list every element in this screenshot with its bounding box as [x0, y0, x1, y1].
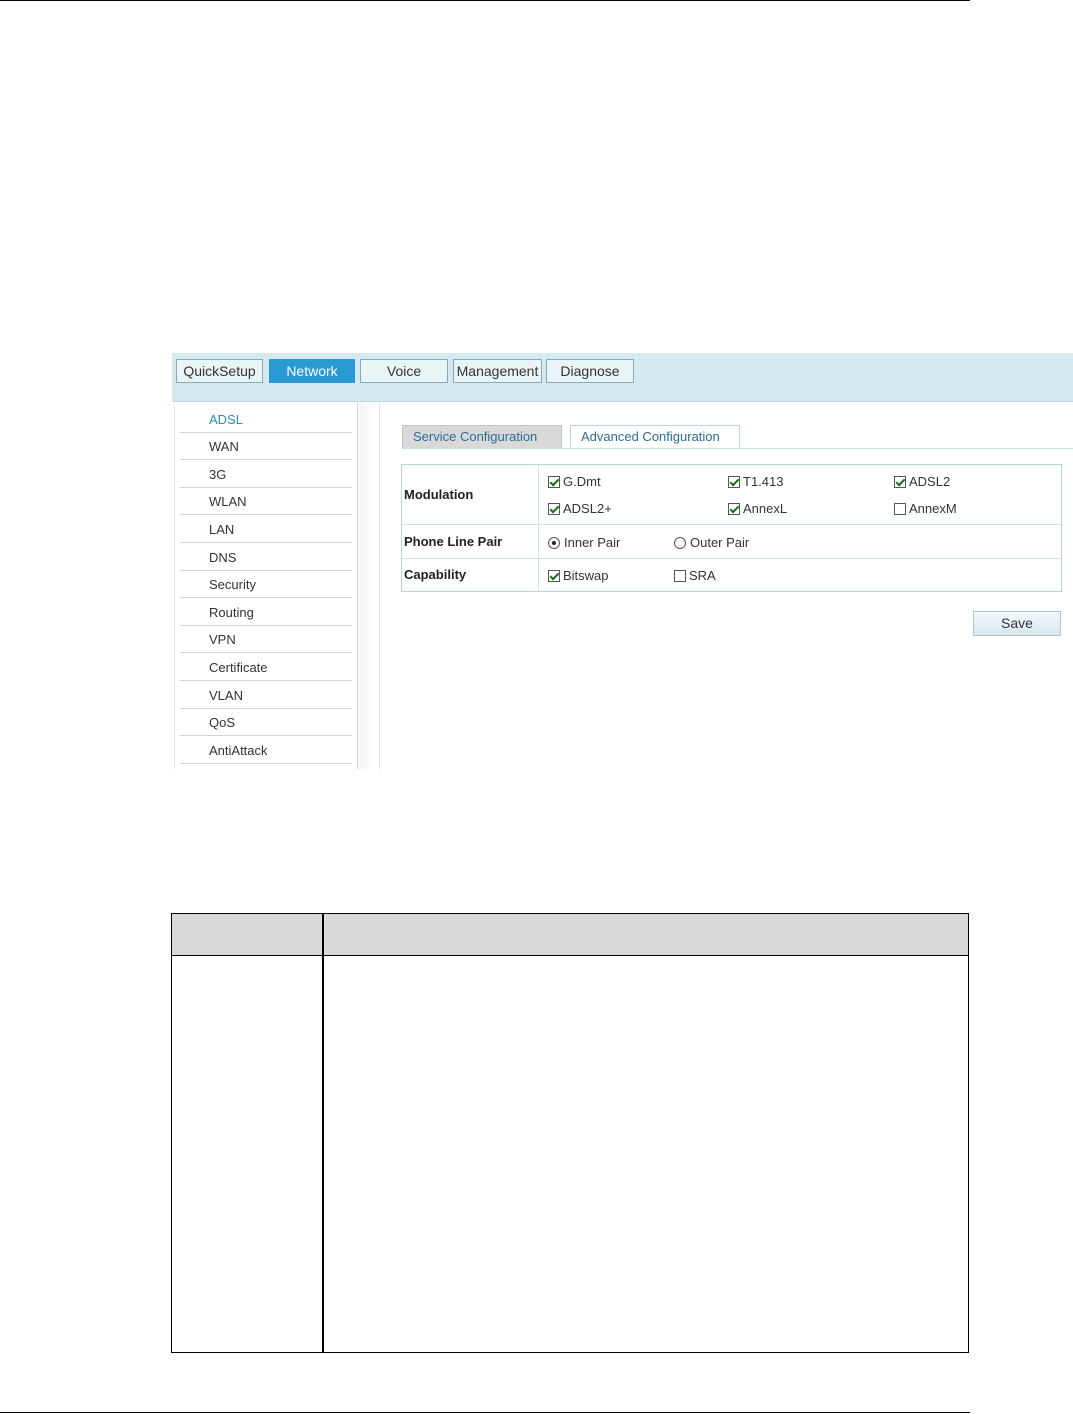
sidebar-item-vlan[interactable]: VLAN: [180, 682, 352, 709]
table-header-row: [172, 914, 968, 956]
checkbox-gdmt[interactable]: G.Dmt: [548, 474, 601, 489]
sidebar-item-wan[interactable]: WAN: [180, 433, 352, 460]
nav-tab-diagnose[interactable]: Diagnose: [546, 359, 634, 383]
checkbox-icon[interactable]: [894, 475, 906, 488]
content-panel: Service Configuration Advanced Configura…: [380, 403, 1073, 769]
nav-tab-quicksetup[interactable]: QuickSetup: [176, 359, 263, 383]
checkbox-label: SRA: [689, 568, 716, 583]
parameter-description-table: [171, 913, 969, 1353]
nav-tab-voice[interactable]: Voice: [360, 359, 448, 383]
adsl-config-table: Modulation G.Dmt T1.413 ADSL2 ADSL2+ Ann…: [401, 464, 1062, 592]
checkbox-adsl2plus[interactable]: ADSL2+: [548, 501, 612, 516]
sidebar-item-security[interactable]: Security: [180, 571, 352, 598]
checkbox-icon[interactable]: [728, 502, 740, 515]
sidebar-item-dns[interactable]: DNS: [180, 544, 352, 571]
modulation-row: Modulation G.Dmt T1.413 ADSL2 ADSL2+ Ann…: [402, 465, 1061, 525]
tab-baseline: [402, 448, 1073, 449]
capability-label: Capability: [404, 567, 467, 582]
phone-line-pair-label: Phone Line Pair: [404, 534, 503, 549]
panel-divider: [359, 403, 380, 769]
sidebar-item-vpn[interactable]: VPN: [180, 626, 352, 653]
tab-advanced-configuration[interactable]: Advanced Configuration: [570, 425, 740, 449]
sidebar-item-lan[interactable]: LAN: [180, 516, 352, 543]
radio-icon[interactable]: [674, 536, 686, 549]
sidebar-item-3g[interactable]: 3G: [180, 461, 352, 488]
sidebar-item-certificate[interactable]: Certificate: [180, 654, 352, 681]
checkbox-label: ADSL2+: [563, 501, 612, 516]
checkbox-icon[interactable]: [548, 569, 560, 582]
phone-line-pair-row: Phone Line Pair Inner Pair Outer Pair: [402, 525, 1061, 559]
checkbox-sra[interactable]: SRA: [674, 568, 716, 583]
nav-tab-network[interactable]: Network: [269, 359, 355, 383]
tab-service-configuration[interactable]: Service Configuration: [402, 425, 562, 449]
checkbox-annexl[interactable]: AnnexL: [728, 501, 787, 516]
checkbox-label: ADSL2: [909, 474, 951, 489]
checkbox-icon[interactable]: [728, 475, 740, 488]
radio-inner-pair[interactable]: Inner Pair: [548, 535, 620, 550]
sidebar-item-adsl[interactable]: ADSL: [180, 406, 352, 433]
column-separator: [538, 525, 539, 558]
header-rule: [0, 0, 970, 1]
checkbox-adsl2[interactable]: ADSL2: [894, 474, 950, 489]
table-column-divider: [322, 914, 324, 1352]
nav-tab-management[interactable]: Management: [453, 359, 542, 383]
radio-label: Inner Pair: [564, 535, 621, 550]
checkbox-label: G.Dmt: [563, 474, 601, 489]
radio-icon[interactable]: [548, 536, 560, 549]
checkbox-annexm[interactable]: AnnexM: [894, 501, 957, 516]
checkbox-icon[interactable]: [548, 502, 560, 515]
column-separator: [538, 559, 539, 591]
checkbox-t1413[interactable]: T1.413: [728, 474, 783, 489]
sidebar-item-antiattack[interactable]: AntiAttack: [180, 737, 352, 764]
checkbox-label: Bitswap: [563, 568, 609, 583]
save-button[interactable]: Save: [973, 611, 1061, 636]
checkbox-icon[interactable]: [894, 502, 906, 515]
sidebar-item-qos[interactable]: QoS: [180, 709, 352, 736]
radio-outer-pair[interactable]: Outer Pair: [674, 535, 749, 550]
top-navigation: QuickSetup Network Voice Management Diag…: [172, 353, 1073, 402]
router-config-screenshot: QuickSetup Network Voice Management Diag…: [172, 353, 1073, 769]
capability-row: Capability Bitswap SRA: [402, 559, 1061, 591]
checkbox-icon[interactable]: [548, 475, 560, 488]
checkbox-label: AnnexM: [909, 501, 957, 516]
checkbox-icon[interactable]: [674, 569, 686, 582]
radio-label: Outer Pair: [690, 535, 750, 550]
sidebar-item-wlan[interactable]: WLAN: [180, 488, 352, 515]
sidebar: ADSL WAN 3G WLAN LAN DNS Security Routin…: [174, 403, 358, 769]
checkbox-label: AnnexL: [743, 501, 788, 516]
modulation-label: Modulation: [404, 487, 474, 502]
column-separator: [538, 465, 539, 524]
footer-rule: [0, 1412, 970, 1413]
checkbox-label: T1.413: [743, 474, 784, 489]
checkbox-bitswap[interactable]: Bitswap: [548, 568, 609, 583]
sidebar-item-routing[interactable]: Routing: [180, 599, 352, 626]
